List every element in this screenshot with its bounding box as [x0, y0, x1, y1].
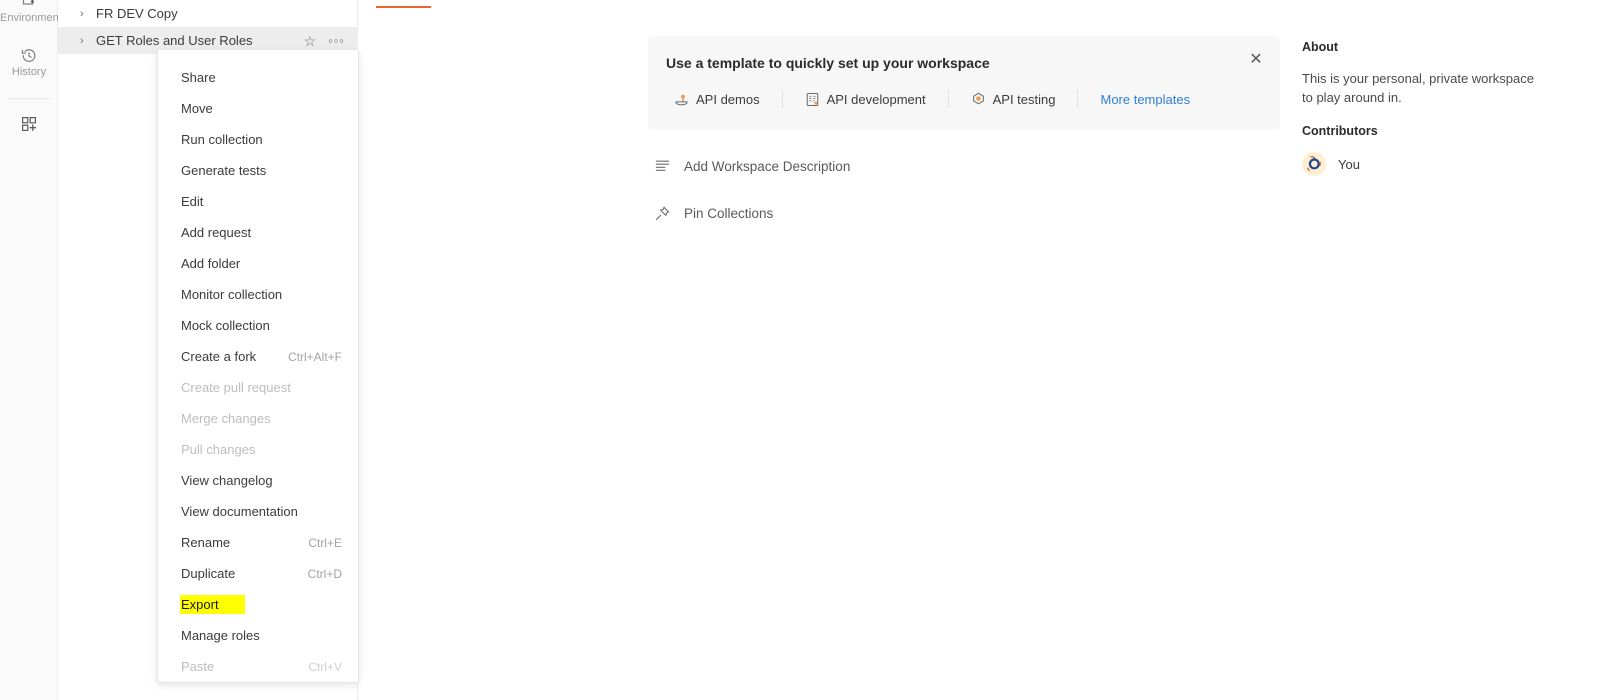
- template-banner: Use a template to quickly set up your wo…: [648, 36, 1280, 130]
- context-menu-item-share[interactable]: Share: [158, 62, 358, 93]
- avatar: [1302, 152, 1326, 176]
- more-templates-link[interactable]: More templates: [1078, 92, 1190, 107]
- rail-divider: [8, 98, 50, 99]
- contributor-row[interactable]: You: [1302, 152, 1360, 176]
- context-menu-item-export[interactable]: Export: [158, 589, 358, 620]
- menu-item-label: Pull changes: [181, 442, 256, 457]
- context-menu-item-edit[interactable]: Edit: [158, 186, 358, 217]
- left-icon-rail: Environments History: [0, 0, 68, 700]
- contributor-name: You: [1338, 156, 1360, 172]
- api-development-icon: [805, 92, 820, 107]
- template-chip-api-testing[interactable]: API testing: [949, 90, 1079, 108]
- menu-item-label: Share: [181, 70, 216, 85]
- postman-workspace-window: Environments History › FR DEV Copy › GET…: [0, 0, 1621, 700]
- menu-item-shortcut: Ctrl+V: [308, 659, 342, 674]
- collection-name: FR DEV Copy: [96, 6, 178, 21]
- description-icon: [654, 158, 671, 175]
- menu-item-label: Rename: [181, 535, 231, 550]
- menu-item-label: Merge changes: [181, 411, 271, 426]
- menu-item-shortcut: Ctrl+D: [307, 566, 342, 581]
- about-panel: About This is your personal, private wor…: [1302, 0, 1602, 700]
- context-menu-item-create-pull-request: Create pull request: [158, 372, 358, 403]
- rail-item-environments[interactable]: Environments: [0, 0, 68, 25]
- more-actions-icon[interactable]: ◦◦◦: [328, 34, 345, 47]
- rail-item-new-workspace[interactable]: [0, 114, 58, 134]
- menu-item-label: Monitor collection: [181, 287, 283, 302]
- menu-item-label: View documentation: [181, 504, 298, 519]
- context-menu-item-view-documentation[interactable]: View documentation: [158, 496, 358, 527]
- chevron-right-icon[interactable]: ›: [80, 35, 96, 47]
- context-menu-item-generate-tests[interactable]: Generate tests: [158, 155, 358, 186]
- template-chip-row: API demos API development API testing Mo…: [648, 72, 1280, 130]
- pin-collections-action[interactable]: Pin Collections: [654, 205, 773, 222]
- context-menu-item-merge-changes: Merge changes: [158, 403, 358, 434]
- menu-item-shortcut: Ctrl+E: [308, 535, 342, 550]
- menu-item-label: Create a fork: [181, 349, 257, 364]
- template-chip-label: API development: [826, 91, 926, 107]
- active-tab-indicator: [376, 6, 431, 8]
- menu-item-label: Export: [180, 595, 245, 614]
- action-label: Pin Collections: [684, 206, 774, 221]
- api-testing-icon: [971, 92, 986, 107]
- menu-item-label: Move: [181, 101, 213, 116]
- rail-label-history: History: [11, 66, 47, 78]
- template-banner-title: Use a template to quickly set up your wo…: [666, 55, 990, 71]
- context-menu-item-run-collection[interactable]: Run collection: [158, 124, 358, 155]
- pin-icon: [654, 205, 671, 222]
- menu-item-label: View changelog: [181, 473, 273, 488]
- rail-label-environments: Environments: [0, 12, 68, 24]
- context-menu-item-paste: Paste Ctrl+V: [158, 651, 358, 682]
- menu-item-label: Add request: [181, 225, 252, 240]
- menu-item-label: Edit: [181, 194, 204, 209]
- template-chip-api-development[interactable]: API development: [783, 90, 949, 108]
- menu-item-label: Mock collection: [181, 318, 270, 333]
- new-workspace-icon: [0, 114, 58, 134]
- menu-item-label: Duplicate: [181, 566, 236, 581]
- menu-item-label: Generate tests: [181, 163, 267, 178]
- context-menu-item-rename[interactable]: Rename Ctrl+E: [158, 527, 358, 558]
- context-menu-item-move[interactable]: Move: [158, 93, 358, 124]
- context-menu-item-mock-collection[interactable]: Mock collection: [158, 310, 358, 341]
- chevron-right-icon[interactable]: ›: [80, 8, 96, 20]
- template-chip-label: API testing: [992, 91, 1056, 107]
- api-demos-icon: [674, 92, 689, 107]
- menu-item-label: Run collection: [181, 132, 263, 147]
- collection-context-menu: Share Move Run collection Generate tests…: [157, 50, 359, 683]
- about-description: This is your personal, private workspace…: [1302, 71, 1534, 105]
- template-chip-label: API demos: [696, 91, 760, 107]
- close-icon[interactable]: ✕: [1246, 50, 1266, 70]
- menu-item-label: Paste: [181, 659, 215, 674]
- context-menu-item-add-request[interactable]: Add request: [158, 217, 358, 248]
- menu-item-label: Add folder: [181, 256, 241, 271]
- rail-item-history[interactable]: History: [0, 46, 58, 79]
- contributors-heading: Contributors: [1302, 124, 1378, 138]
- menu-item-label: Manage roles: [181, 628, 260, 643]
- action-label: Add Workspace Description: [684, 159, 851, 174]
- menu-item-label: Create pull request: [181, 380, 291, 395]
- collection-row-fr-dev-copy[interactable]: › FR DEV Copy: [58, 0, 357, 27]
- environments-icon: [0, 0, 58, 12]
- add-workspace-description-action[interactable]: Add Workspace Description: [654, 158, 850, 175]
- menu-item-shortcut: Ctrl+Alt+F: [287, 349, 342, 364]
- template-chip-api-demos[interactable]: API demos: [666, 90, 783, 108]
- context-menu-item-add-folder[interactable]: Add folder: [158, 248, 358, 279]
- star-icon[interactable]: ☆: [304, 34, 317, 48]
- context-menu-item-manage-roles[interactable]: Manage roles: [158, 620, 358, 651]
- context-menu-item-monitor-collection[interactable]: Monitor collection: [158, 279, 358, 310]
- context-menu-item-view-changelog[interactable]: View changelog: [158, 465, 358, 496]
- context-menu-item-pull-changes: Pull changes: [158, 434, 358, 465]
- context-menu-item-duplicate[interactable]: Duplicate Ctrl+D: [158, 558, 358, 589]
- context-menu-item-create-a-fork[interactable]: Create a fork Ctrl+Alt+F: [158, 341, 358, 372]
- history-icon: [0, 46, 58, 66]
- about-heading: About: [1302, 40, 1339, 54]
